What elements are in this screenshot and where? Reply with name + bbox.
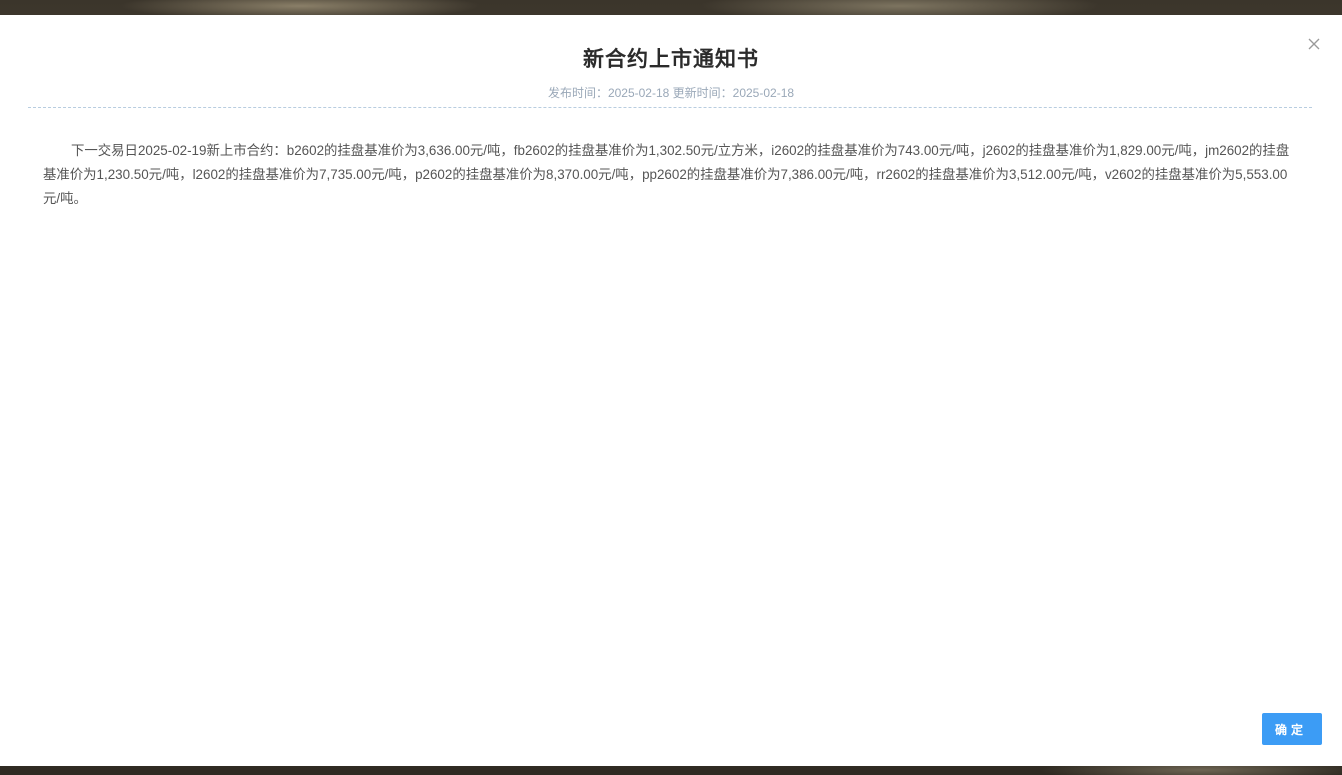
publish-update-time: 发布时间：2025-02-18 更新时间：2025-02-18 (547, 86, 795, 100)
dialog-title: 新合约上市通知书 (583, 48, 759, 71)
confirm-button[interactable]: 确定 (1262, 713, 1322, 745)
header-divider (28, 107, 1312, 108)
notice-content: 下一交易日2025-02-19新上市合约：b2602的挂盘基准价为3,636.0… (43, 143, 1290, 206)
notice-dialog: 新合约上市通知书 发布时间：2025-02-18 更新时间：2025-02-18… (0, 15, 1342, 766)
